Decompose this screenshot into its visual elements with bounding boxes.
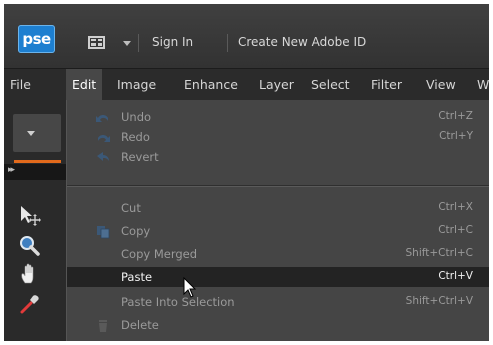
menu-divider-highlight — [67, 186, 490, 187]
layout-icon[interactable] — [88, 33, 114, 51]
menu-item-copy-merged[interactable]: Copy Merged Shift+Ctrl+C — [67, 244, 490, 264]
menu-item-shortcut: Shift+Ctrl+C — [405, 247, 473, 259]
undo-icon — [96, 110, 110, 124]
menu-item-label: Delete — [121, 318, 159, 332]
menu-item-undo[interactable]: Undo Ctrl+Z — [67, 107, 490, 127]
menu-item-copy[interactable]: Copy Ctrl+C — [67, 221, 490, 241]
menu-item-label: Copy Merged — [121, 247, 198, 261]
tool-options-dropdown[interactable] — [13, 114, 61, 152]
menu-item-shortcut: Ctrl+Y — [439, 130, 473, 142]
menu-item-shortcut: Ctrl+Z — [438, 110, 473, 122]
mouse-cursor-icon — [183, 276, 197, 303]
menu-item-label: Undo — [121, 110, 152, 124]
menu-item-redo[interactable]: Redo Ctrl+Y — [67, 127, 490, 147]
menu-image[interactable]: Image — [111, 69, 162, 101]
menu-item-shortcut: Shift+Ctrl+V — [405, 295, 473, 307]
zoom-tool-icon[interactable] — [18, 234, 42, 258]
menu-view[interactable]: View — [420, 69, 462, 101]
tool-panel: ▸▸ — [4, 100, 66, 341]
menu-file[interactable]: File — [4, 69, 37, 101]
menu-item-label: Paste — [121, 270, 153, 284]
pse-logo[interactable]: pse — [18, 25, 55, 53]
hand-tool-icon[interactable] — [18, 262, 42, 286]
menu-item-shortcut: Ctrl+V — [438, 270, 473, 282]
divider — [138, 34, 139, 52]
menu-item-revert[interactable]: Revert — [67, 147, 490, 167]
move-tool-icon[interactable] — [18, 204, 42, 228]
panel-collapse-strip[interactable]: ▸▸ — [4, 164, 66, 180]
double-arrow-icon: ▸▸ — [8, 165, 15, 175]
menu-bar: File Edit Image Enhance Layer Select Fil… — [4, 68, 489, 101]
menu-item-paste-into-selection[interactable]: Paste Into Selection Shift+Ctrl+V — [67, 292, 490, 312]
chevron-down-icon[interactable] — [123, 41, 131, 46]
menu-item-shortcut: Ctrl+X — [438, 201, 473, 213]
menu-select[interactable]: Select — [305, 69, 356, 101]
menu-item-shortcut: Ctrl+C — [438, 224, 473, 236]
create-adobe-id-link[interactable]: Create New Adobe ID — [238, 35, 366, 49]
menu-item-label: Paste Into Selection — [121, 295, 235, 309]
menu-window[interactable]: W — [471, 69, 493, 101]
divider — [227, 34, 228, 52]
eyedropper-tool-icon[interactable] — [18, 292, 42, 316]
accent-bar — [14, 160, 61, 163]
sign-in-link[interactable]: Sign In — [152, 35, 193, 49]
menu-item-cut[interactable]: Cut Ctrl+X — [67, 198, 490, 218]
trash-icon — [96, 318, 110, 332]
menu-enhance[interactable]: Enhance — [178, 69, 244, 101]
app-top-bar: pse Sign In Create New Adobe ID — [4, 4, 489, 68]
menu-item-label: Cut — [121, 201, 141, 215]
menu-filter[interactable]: Filter — [365, 69, 408, 101]
menu-layer[interactable]: Layer — [253, 69, 300, 101]
revert-icon — [96, 150, 110, 164]
menu-edit[interactable]: Edit — [66, 69, 103, 101]
menu-item-paste[interactable]: Paste Ctrl+V — [67, 267, 490, 287]
edit-menu-dropdown: Undo Ctrl+Z Redo Ctrl+Y Revert Cut Ctrl+… — [66, 100, 490, 345]
menu-item-label: Redo — [121, 130, 150, 144]
menu-item-label: Copy — [121, 224, 151, 238]
menu-item-label: Revert — [121, 150, 159, 164]
chevron-down-icon — [27, 131, 35, 136]
redo-icon — [96, 130, 110, 144]
menu-item-delete[interactable]: Delete — [67, 315, 490, 335]
copy-icon — [96, 224, 110, 239]
